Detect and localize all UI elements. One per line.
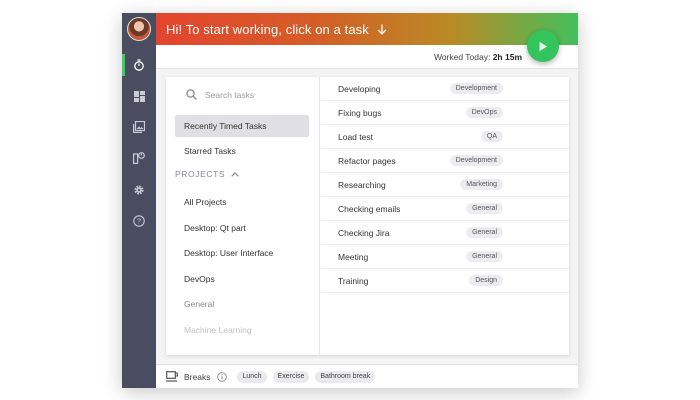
coffee-cup-icon	[166, 371, 179, 382]
project-item[interactable]: Desktop: Qt part	[175, 217, 309, 239]
task-name: Checking Jira	[338, 227, 390, 238]
arrow-down-icon	[377, 24, 387, 35]
info-icon[interactable]	[217, 371, 228, 382]
task-name: Checking emails	[338, 203, 401, 214]
chevron-up-icon	[231, 171, 239, 177]
break-chip[interactable]: Exercise	[272, 370, 310, 383]
gear-icon	[134, 185, 144, 195]
project-item[interactable]: DevOps	[175, 268, 309, 290]
gallery-icon	[133, 121, 145, 133]
worked-today-label: Worked Today:	[433, 52, 491, 62]
task-row[interactable]: Fixing bugs DevOps	[321, 101, 569, 125]
task-row[interactable]: Load test QA	[321, 125, 569, 149]
breaks-label: Breaks	[184, 371, 211, 382]
task-row[interactable]: Researching Marketing	[321, 173, 569, 197]
task-row[interactable]: Developing Development	[321, 77, 569, 101]
svg-text:?: ?	[137, 217, 141, 226]
project-item[interactable]: Machine Learning	[175, 319, 309, 341]
break-chip[interactable]: Lunch	[237, 370, 267, 383]
task-row[interactable]: Meeting General	[321, 245, 569, 269]
sidebar-item-reports[interactable]	[122, 146, 156, 170]
worked-today: Worked Today: 2h 15m	[434, 52, 522, 62]
task-project-tag: Development	[449, 155, 503, 166]
search-icon	[186, 89, 197, 100]
task-row[interactable]: Checking Jira General	[321, 221, 569, 245]
task-row[interactable]: Training Design	[321, 269, 569, 293]
task-project-tag: DevOps	[465, 107, 503, 118]
task-name: Researching	[338, 179, 386, 190]
project-item[interactable]: All Projects	[175, 191, 309, 213]
task-project-tag: General	[466, 227, 503, 238]
sidebar-item-settings[interactable]	[122, 178, 156, 202]
sidebar-item-help[interactable]: ?	[122, 209, 156, 233]
break-chip[interactable]: Bathroom break	[315, 370, 376, 383]
task-project-tag: Design	[469, 275, 503, 286]
header-bar: Hi! To start working, click on a task	[156, 13, 578, 45]
task-name: Meeting	[338, 251, 369, 262]
help-icon: ?	[133, 215, 145, 227]
nav-starred[interactable]: Starred Tasks	[175, 140, 309, 162]
worked-today-bar: Worked Today: 2h 15m	[156, 45, 578, 69]
task-project-tag: Marketing	[460, 179, 503, 190]
task-name: Training	[338, 275, 369, 286]
project-item[interactable]: General	[175, 293, 309, 315]
reports-icon	[133, 152, 145, 164]
task-panel: Search tasks Recently Timed Tasks Starre…	[166, 77, 569, 355]
task-row[interactable]: Checking emails General	[321, 197, 569, 221]
project-item[interactable]: Desktop: User Interface	[175, 242, 309, 264]
task-name: Developing	[338, 83, 381, 94]
task-row[interactable]: Refactor pages Development	[321, 149, 569, 173]
search-input[interactable]: Search tasks	[205, 90, 254, 100]
play-icon	[539, 41, 547, 51]
task-project-tag: General	[466, 251, 503, 262]
nav-recently-timed[interactable]: Recently Timed Tasks	[175, 115, 309, 137]
task-project-tag: QA	[480, 131, 503, 142]
sidebar: ?	[122, 13, 156, 388]
projects-header[interactable]: PROJECTS	[175, 169, 239, 179]
sidebar-item-screenshots[interactable]	[122, 115, 156, 139]
app-window: ? Hi! To start working, click on a task …	[122, 13, 578, 388]
avatar[interactable]	[127, 17, 151, 41]
worked-today-value: 2h 15m	[492, 52, 522, 62]
search-box[interactable]: Search tasks	[186, 89, 254, 100]
task-name: Load test	[338, 131, 373, 142]
task-project-tag: General	[466, 203, 503, 214]
sidebar-item-timer[interactable]	[122, 53, 156, 77]
stopwatch-icon	[134, 59, 144, 71]
task-name: Refactor pages	[338, 155, 396, 166]
task-project-tag: Development	[449, 83, 503, 94]
task-filters: Search tasks Recently Timed Tasks Starre…	[166, 77, 320, 355]
greeting-text: Hi! To start working, click on a task	[166, 21, 369, 37]
dashboard-icon	[133, 90, 145, 102]
breaks-bar: Breaks Lunch Exercise Bathroom break	[156, 364, 578, 388]
projects-header-label: PROJECTS	[175, 169, 226, 179]
task-name: Fixing bugs	[338, 107, 382, 118]
start-timer-button[interactable]	[527, 30, 559, 62]
sidebar-item-dashboard[interactable]	[122, 84, 156, 108]
